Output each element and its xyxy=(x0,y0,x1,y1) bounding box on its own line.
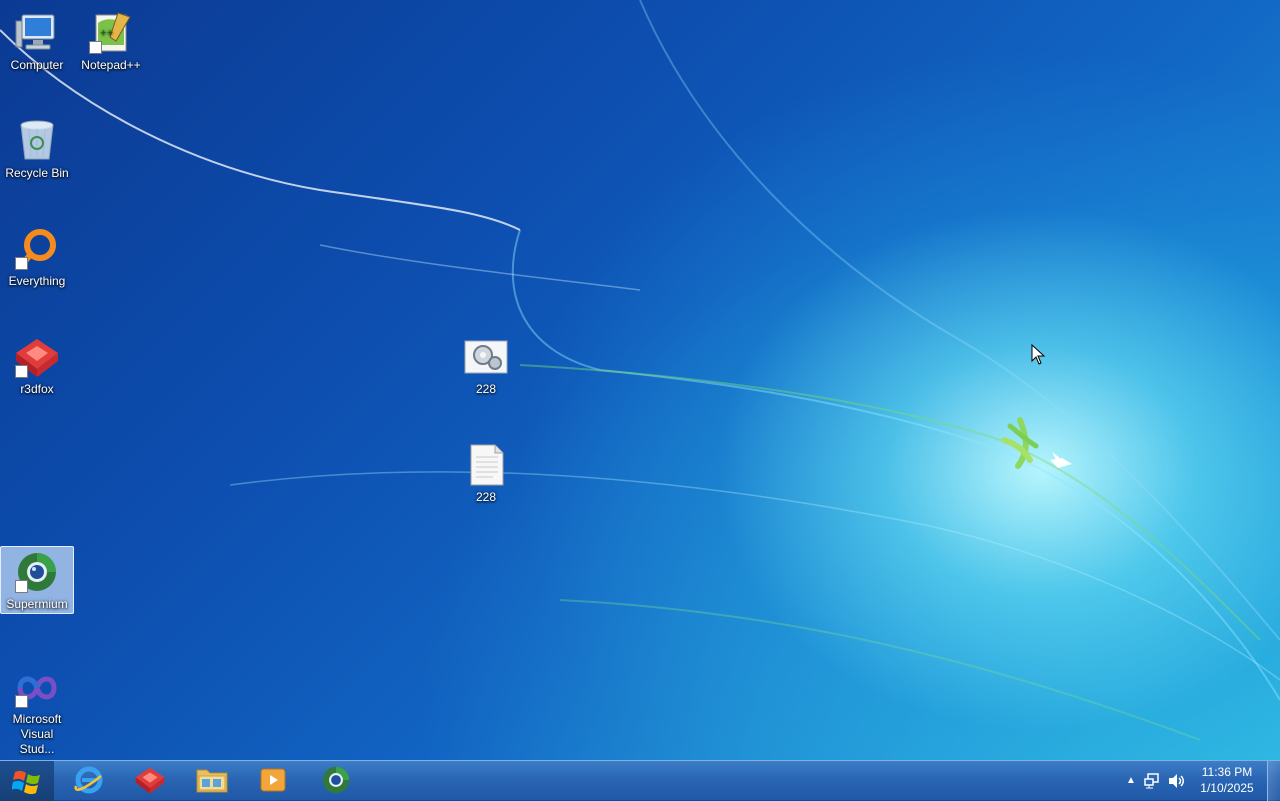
shortcut-arrow-icon xyxy=(89,41,102,54)
text-file-icon xyxy=(462,442,510,488)
taskbar-file-explorer[interactable] xyxy=(183,762,241,798)
clock-date: 1/10/2025 xyxy=(1200,781,1254,795)
shortcut-arrow-icon xyxy=(15,257,28,270)
icon-label: Recycle Bin xyxy=(5,166,69,180)
clock-time: 11:36 PM xyxy=(1201,765,1253,779)
shortcut-arrow-icon xyxy=(15,695,28,708)
taskbar-r3dfox[interactable] xyxy=(121,762,179,798)
show-hidden-icons-arrow[interactable]: ▲ xyxy=(1126,775,1136,786)
clock[interactable]: 11:36 PM 1/10/2025 xyxy=(1192,764,1262,796)
supermium-icon xyxy=(322,766,350,794)
icon-label: Computer xyxy=(10,58,64,72)
taskbar-supermium[interactable] xyxy=(307,762,365,798)
r3dfox-icon xyxy=(13,334,61,380)
media-player-icon xyxy=(260,768,286,792)
icon-label: Notepad++ xyxy=(81,58,141,72)
supermium-icon xyxy=(13,549,61,595)
icon-label: Supermium xyxy=(6,597,68,611)
icon-label: 228 xyxy=(475,490,497,504)
icon-label: Everything xyxy=(8,274,66,288)
desktop-icon-recycle-bin[interactable]: Recycle Bin xyxy=(0,116,74,186)
mouse-cursor-icon xyxy=(1031,344,1046,365)
svg-text:++: ++ xyxy=(100,28,113,37)
notepad-plus-plus-icon: ++ xyxy=(87,10,135,56)
desktop-icon-computer[interactable]: Computer xyxy=(0,8,74,78)
folder-icon xyxy=(196,769,228,793)
visual-studio-icon xyxy=(13,666,61,710)
r3dfox-icon xyxy=(135,767,165,794)
shortcut-arrow-icon xyxy=(15,580,28,593)
desktop-icon-228-text[interactable]: 228 xyxy=(449,440,523,510)
icon-label: 228 xyxy=(475,382,497,396)
windows-logo-icon xyxy=(12,770,40,795)
taskbar-media-player[interactable] xyxy=(244,762,302,798)
network-icon[interactable] xyxy=(1144,773,1162,789)
system-tray: ▲ 11:36 PM 1/10/2025 xyxy=(1120,761,1280,801)
taskbar-internet-explorer[interactable] xyxy=(60,762,118,798)
taskbar: ▲ 11:36 PM 1/10/2025 xyxy=(0,760,1280,801)
desktop-icon-everything[interactable]: Everything xyxy=(0,224,74,294)
desktop[interactable]: Computer ++ Notepad++ Recycle Bin Everyt… xyxy=(0,0,1280,760)
everything-search-icon xyxy=(13,226,61,272)
computer-icon xyxy=(13,10,61,56)
icon-label: Microsoft Visual Stud... xyxy=(12,712,62,756)
desktop-icon-supermium[interactable]: Supermium xyxy=(0,546,74,614)
desktop-icon-visual-studio[interactable]: Microsoft Visual Stud... xyxy=(0,664,74,756)
start-button[interactable] xyxy=(0,761,54,801)
icon-label: r3dfox xyxy=(20,382,54,396)
leaf-logo-decoration xyxy=(1001,417,1072,469)
desktop-icon-228-config[interactable]: 228 xyxy=(449,332,523,402)
desktop-icon-notepad-plus-plus[interactable]: ++ Notepad++ xyxy=(74,8,148,78)
desktop-icon-r3dfox[interactable]: r3dfox xyxy=(0,332,74,402)
settings-file-icon xyxy=(462,334,510,380)
volume-icon[interactable] xyxy=(1168,773,1186,789)
show-desktop-button[interactable] xyxy=(1267,761,1280,801)
recycle-bin-icon xyxy=(13,118,61,164)
shortcut-arrow-icon xyxy=(15,365,28,378)
wallpaper-swirls xyxy=(0,0,1280,741)
internet-explorer-icon xyxy=(74,766,103,794)
